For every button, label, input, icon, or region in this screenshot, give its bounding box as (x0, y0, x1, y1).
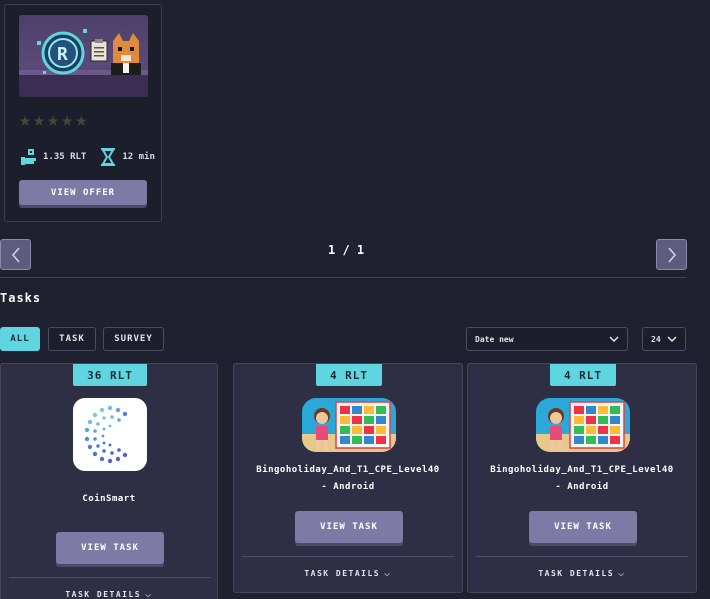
task-name: Bingoholiday_And_T1_CPE_Level40 (256, 465, 440, 475)
chevron-down-icon: ⌵ (384, 568, 392, 579)
star-icon: ★ (61, 107, 74, 131)
chevron-down-icon (667, 336, 677, 342)
task-details-label: TASK DETAILS (304, 569, 381, 578)
rating-stars: ★ ★ ★ ★ ★ (19, 109, 87, 129)
card-divider (476, 556, 688, 557)
task-details-toggle[interactable]: TASK DETAILS ⌵ (468, 568, 696, 579)
offer-thumbnail: R (19, 15, 148, 97)
card-divider (9, 577, 211, 578)
next-page-button[interactable] (656, 239, 687, 270)
page-size-select[interactable]: 24 (642, 327, 686, 351)
page-size-value: 24 (651, 334, 661, 344)
task-details-toggle[interactable]: TASK DETAILS ⌵ (1, 589, 217, 599)
task-card: 36 RLT CoinSmart VIEW TASK TASK DETAILS ⌵ (0, 363, 218, 599)
star-icon: ★ (47, 107, 60, 131)
view-offer-button[interactable]: VIEW OFFER (19, 180, 147, 205)
view-task-button[interactable]: VIEW TASK (295, 511, 403, 543)
offer-meta: 1.35 RLT 12 min (19, 147, 155, 167)
coinsmart-logo-icon (73, 398, 147, 471)
bingo-game-icon (536, 398, 630, 452)
task-card: 4 RLT Bingoholiday_And_T1_CPE_Level40 - … (467, 363, 697, 593)
chevron-right-icon (667, 247, 676, 262)
section-divider (0, 277, 686, 278)
task-details-label: TASK DETAILS (538, 569, 615, 578)
view-task-button[interactable]: VIEW TASK (529, 511, 637, 543)
view-task-button[interactable]: VIEW TASK (56, 532, 164, 564)
sort-select-value: Date new (475, 334, 514, 344)
star-icon: ★ (33, 107, 46, 131)
reward-badge: 4 RLT (550, 364, 616, 386)
chevron-down-icon (609, 336, 619, 342)
task-name: Bingoholiday_And_T1_CPE_Level40 (490, 465, 674, 475)
reward-badge: 4 RLT (316, 364, 382, 386)
task-card: 4 RLT Bingoholiday_And_T1_CPE_Level40 - … (233, 363, 463, 593)
offer-art-icon: R (19, 29, 148, 97)
offer-card: R ★ ★ ★ ★ ★ 1.35 RLT 12 min VIEW OFFER (4, 4, 162, 222)
filter-all[interactable]: ALL (0, 327, 40, 351)
prev-page-button[interactable] (0, 239, 31, 270)
offer-duration: 12 min (122, 152, 155, 162)
tasks-heading: Tasks (0, 291, 42, 305)
task-name: CoinSmart (82, 494, 136, 504)
coin-hand-icon (19, 147, 39, 167)
chevron-left-icon (11, 247, 20, 262)
filter-survey[interactable]: SURVEY (103, 327, 164, 351)
chevron-down-icon: ⌵ (618, 568, 626, 579)
filter-task[interactable]: TASK (48, 327, 96, 351)
reward-badge: 36 RLT (73, 364, 147, 386)
task-name-platform: - Android (321, 482, 375, 492)
chevron-down-icon: ⌵ (145, 589, 153, 599)
hourglass-icon (98, 147, 118, 167)
svg-text:R: R (57, 44, 68, 65)
card-divider (242, 556, 454, 557)
page-indicator: 1 / 1 (328, 243, 365, 257)
sort-select[interactable]: Date new (466, 327, 628, 351)
task-details-toggle[interactable]: TASK DETAILS ⌵ (234, 568, 462, 579)
task-name-platform: - Android (555, 482, 609, 492)
task-details-label: TASK DETAILS (65, 590, 142, 599)
star-icon: ★ (75, 107, 88, 131)
star-icon: ★ (19, 107, 32, 131)
bingo-game-icon (302, 398, 396, 452)
offer-reward: 1.35 RLT (43, 152, 87, 162)
